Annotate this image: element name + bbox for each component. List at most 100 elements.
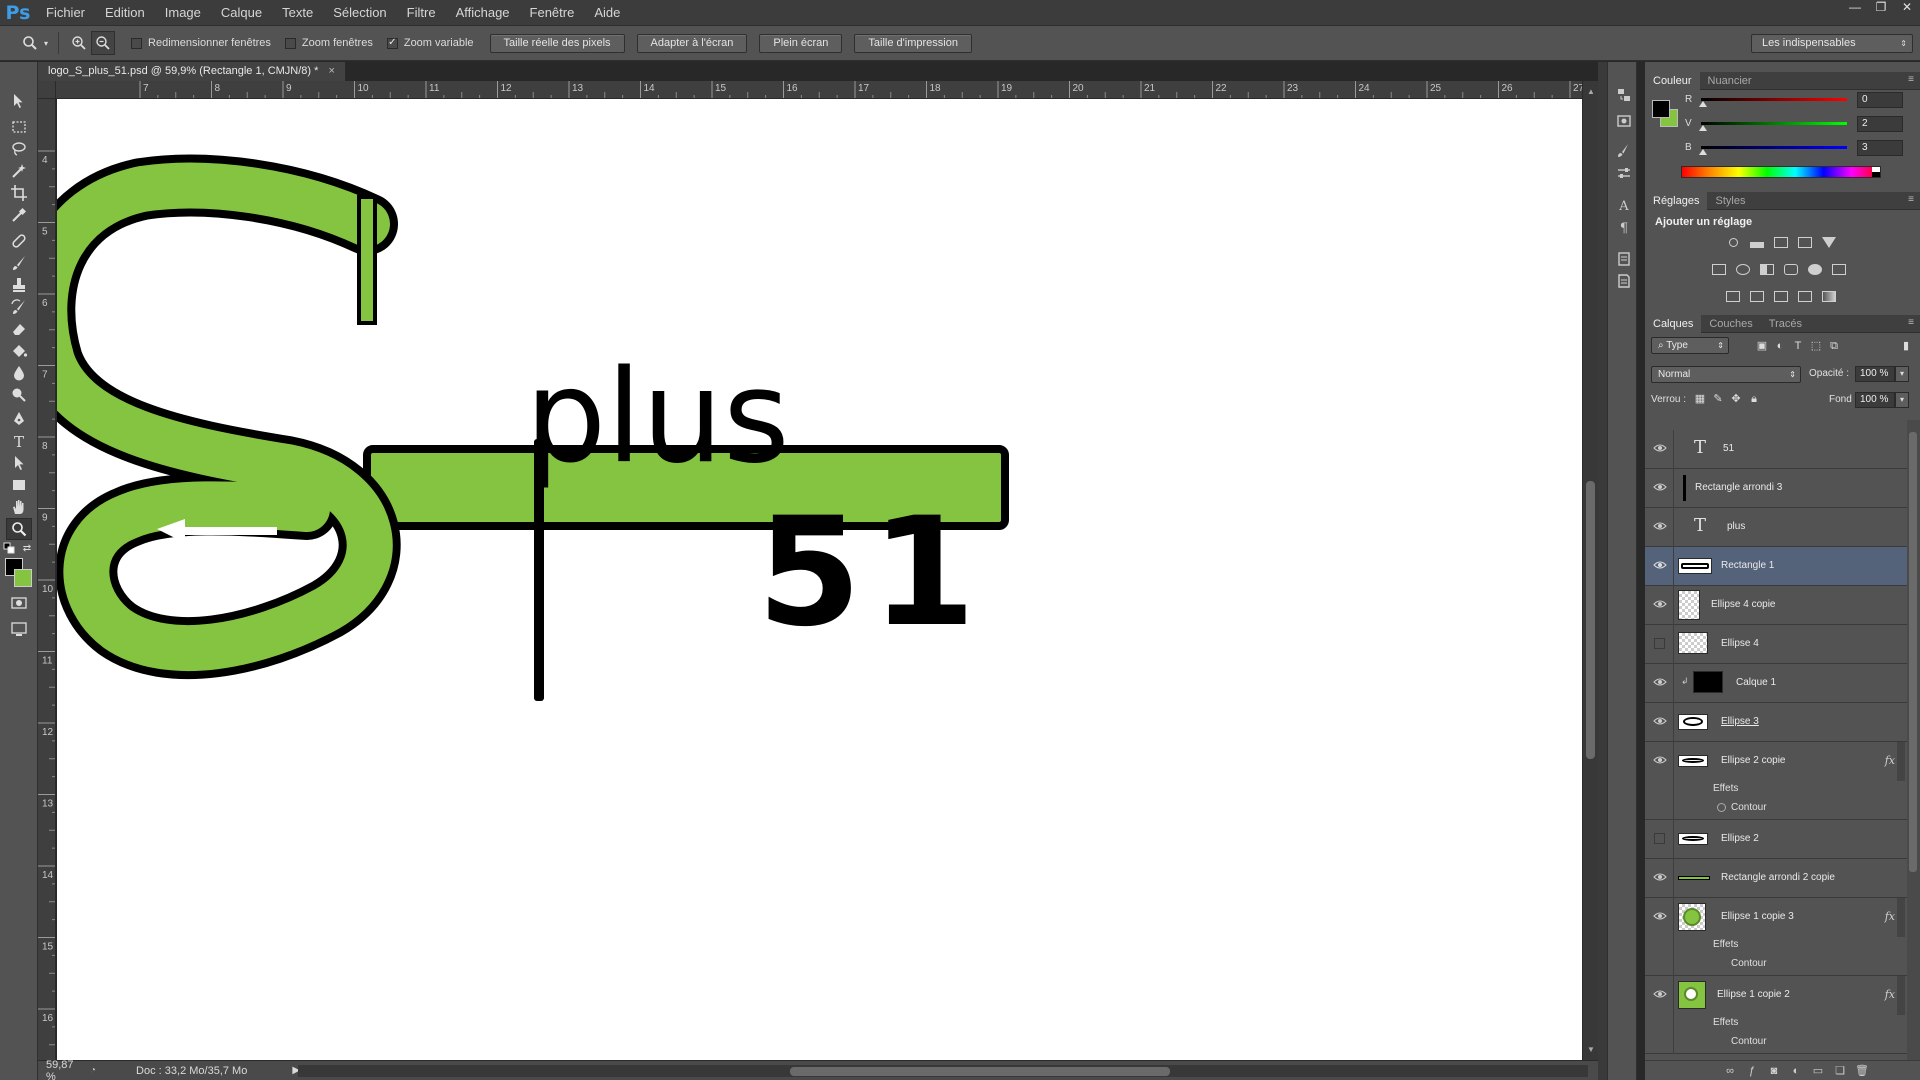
zoom-level[interactable]: 59,87 % (38, 1059, 82, 1080)
link-layers-icon[interactable]: ∞ (1723, 1064, 1737, 1078)
new-adjustment-icon[interactable]: ◐ (1789, 1064, 1803, 1078)
visibility-toggle-empty[interactable] (1654, 638, 1665, 649)
close-tab-icon[interactable]: × (328, 62, 334, 81)
visibility-eye-icon[interactable] (1653, 558, 1667, 572)
menu-selection[interactable]: Sélection (323, 0, 396, 25)
fx-expand-arrow[interactable] (1897, 898, 1905, 937)
new-layer-icon[interactable]: ❏ (1833, 1064, 1847, 1078)
background-color-swatch[interactable] (14, 569, 32, 587)
menu-edition[interactable]: Edition (95, 0, 155, 25)
filter-type-icon[interactable]: T (1791, 339, 1805, 353)
dodge-tool-icon[interactable] (6, 384, 32, 406)
scroll-down-icon[interactable]: ▼ (1587, 1045, 1595, 1054)
effect-contour-row[interactable]: Contour (1645, 955, 1907, 974)
swap-colors-icon[interactable]: ⇄ (20, 542, 34, 554)
properties-panel-icon[interactable] (1614, 112, 1634, 130)
layers-scrollbar[interactable] (1907, 420, 1920, 1060)
slider-v[interactable]: V 2 (1685, 114, 1915, 134)
blend-mode-select[interactable]: Normal ⇕ (1651, 366, 1801, 383)
layer-row-ellipse-4[interactable]: Ellipse 4 (1645, 625, 1907, 664)
filter-smart-object-icon[interactable]: ⧉ (1827, 339, 1841, 353)
healing-brush-tool-icon[interactable] (6, 230, 32, 252)
visibility-eye-icon[interactable] (1653, 519, 1667, 533)
layer-name[interactable]: Ellipse 1 copie 3 (1721, 911, 1794, 922)
menu-calque[interactable]: Calque (211, 0, 272, 25)
preset-dropdown-icon[interactable]: ▾ (44, 39, 48, 48)
vibrance-icon[interactable] (1821, 235, 1837, 249)
print-size-button[interactable]: Taille d'impression (854, 33, 972, 53)
checkbox-box[interactable] (284, 37, 296, 49)
add-style-icon[interactable]: ƒ (1745, 1064, 1759, 1078)
minimize-button[interactable]: — (1842, 0, 1868, 16)
filter-shape-icon[interactable]: ⬚ (1809, 339, 1823, 353)
zoom-tool-icon[interactable] (6, 518, 32, 540)
quick-mask-icon[interactable] (6, 592, 32, 614)
slider-handle-icon[interactable] (1699, 125, 1707, 131)
effects-row[interactable]: Effets (1645, 780, 1907, 799)
lock-transparency-icon[interactable]: ▦ (1693, 392, 1707, 406)
curves-icon[interactable] (1773, 235, 1789, 249)
menu-fichier[interactable]: Fichier (36, 0, 95, 25)
workspace-select[interactable]: Les indispensables ⇕ (1751, 34, 1913, 53)
layer-row-51[interactable]: T 51 (1645, 430, 1907, 469)
magic-wand-tool-icon[interactable] (6, 160, 32, 182)
status-info-icon[interactable]: ◔ (90, 1065, 96, 1076)
effect-contour-row[interactable]: Contour (1645, 1033, 1907, 1052)
visibility-eye-icon[interactable] (1653, 753, 1667, 767)
menu-texte[interactable]: Texte (272, 0, 323, 25)
history-panel-icon[interactable] (1614, 86, 1634, 104)
effect-contour-row[interactable]: Contour (1645, 799, 1907, 818)
layer-row-ellipse-2[interactable]: Ellipse 2 (1645, 820, 1907, 859)
slider-value[interactable]: 2 (1857, 116, 1903, 132)
visibility-eye-icon[interactable] (1653, 441, 1667, 455)
add-mask-icon[interactable]: ◙ (1767, 1064, 1781, 1078)
zoom-in-icon[interactable] (67, 31, 91, 55)
fx-icon[interactable]: fx (1885, 910, 1895, 923)
canvas-viewport[interactable]: plus 51 (57, 99, 1582, 1060)
visibility-eye-icon[interactable] (1653, 870, 1667, 884)
slider-b[interactable]: B 3 (1685, 138, 1915, 158)
color-lookup-icon[interactable] (1831, 262, 1847, 276)
layer-name[interactable]: Ellipse 3 (1721, 716, 1759, 727)
fx-expand-arrow[interactable] (1897, 742, 1905, 781)
checkbox-redimensionner[interactable]: Redimensionner fenêtres (131, 37, 271, 49)
effect-eye-icon[interactable] (1717, 803, 1726, 812)
levels-icon[interactable] (1749, 235, 1765, 249)
character-panel-icon[interactable]: A (1614, 196, 1634, 214)
rectangle-tool-icon[interactable] (6, 474, 32, 496)
visibility-eye-icon[interactable] (1653, 909, 1667, 923)
full-screen-button[interactable]: Plein écran (759, 33, 843, 53)
layer-row-rectangle-1[interactable]: Rectangle 1 (1645, 547, 1907, 586)
slider-handle-icon[interactable] (1699, 149, 1707, 155)
panel-menu-icon[interactable]: ≡ (1908, 194, 1914, 205)
close-button[interactable]: ✕ (1894, 0, 1920, 16)
layer-name[interactable]: plus (1727, 521, 1745, 532)
fx-icon[interactable]: fx (1885, 754, 1895, 767)
clone-stamp-tool-icon[interactable] (6, 274, 32, 296)
zoom-out-icon[interactable] (91, 31, 116, 55)
layer-name[interactable]: Rectangle arrondi 3 (1695, 482, 1782, 493)
brush-tool-icon[interactable] (6, 252, 32, 274)
slider-track[interactable] (1701, 98, 1847, 101)
fx-icon[interactable]: fx (1885, 988, 1895, 1001)
visibility-eye-icon[interactable] (1653, 675, 1667, 689)
scroll-up-icon[interactable]: ▲ (1587, 87, 1595, 96)
layers-scroll-thumb[interactable] (1909, 432, 1917, 872)
trash-icon[interactable]: 🗑︎ (1855, 1064, 1869, 1078)
slider-r[interactable]: R 0 (1685, 90, 1915, 110)
history-brush-tool-icon[interactable] (6, 296, 32, 318)
filter-toggle-icon[interactable]: ▮ (1899, 339, 1913, 353)
layer-row-ellipse-4-copie[interactable]: Ellipse 4 copie (1645, 586, 1907, 625)
eyedropper-tool-icon[interactable] (6, 204, 32, 226)
opacity-input[interactable]: 100 % (1855, 366, 1895, 382)
menu-filtre[interactable]: Filtre (397, 0, 446, 25)
hue-saturation-icon[interactable] (1711, 262, 1727, 276)
slider-value[interactable]: 3 (1857, 140, 1903, 156)
paint-bucket-tool-icon[interactable] (6, 340, 32, 362)
visibility-eye-icon[interactable] (1653, 714, 1667, 728)
effects-row[interactable]: Effets (1645, 936, 1907, 955)
hand-tool-icon[interactable] (6, 496, 32, 518)
layer-name[interactable]: 51 (1723, 443, 1734, 454)
fill-dropdown-icon[interactable]: ▾ (1895, 392, 1909, 408)
type-tool-icon[interactable]: T (6, 430, 32, 452)
